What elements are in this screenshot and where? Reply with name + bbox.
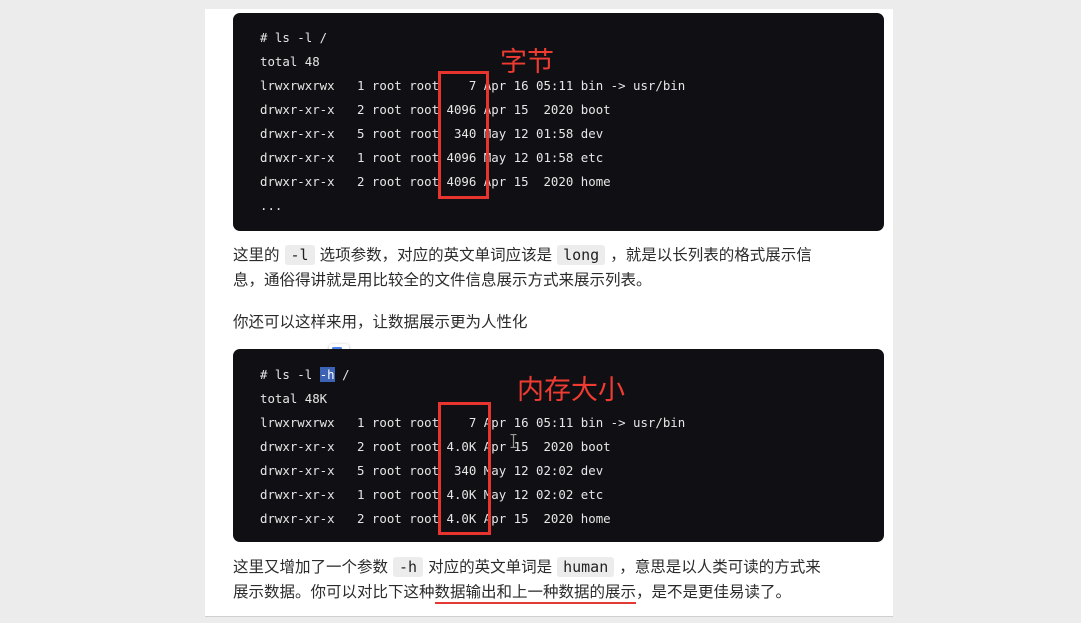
size-column-highlight xyxy=(438,71,489,199)
inline-code-l: -l xyxy=(284,245,315,265)
code-line: drwxr-xr-x 1 root root 4096 May 12 01:58… xyxy=(260,150,604,165)
paragraph-h-option-line2: 展示数据。你可以对比下这种数据输出和上一种数据的展示，是不是更佳易读了。 xyxy=(233,580,878,605)
paragraph-human-readable: 你还可以这样来用，让数据展示更为人性化 xyxy=(233,313,528,331)
text-cursor-icon xyxy=(510,434,517,448)
code-line-command: # ls -l -h / xyxy=(260,367,350,382)
underlined-phrase: 数据输出和上一种数据的展示 xyxy=(434,583,637,604)
code-block-ls-l: # ls -l / total 48 lrwxrwxrwx 1 root roo… xyxy=(233,13,884,231)
paragraph-l-option-line2: 息，通俗得讲就是用比较全的文件信息展示方式来展示列表。 xyxy=(233,271,652,289)
code-line: drwxr-xr-x 5 root root 340 May 12 02:02 … xyxy=(260,463,604,478)
code-line: total 48 xyxy=(260,54,320,69)
annotation-bytes: 字节 xyxy=(500,47,554,78)
annotation-memory-size: 内存大小 xyxy=(517,375,625,406)
inline-code-h: -h xyxy=(393,557,424,577)
inline-code-human: human xyxy=(557,557,615,577)
selected-text: -h xyxy=(319,367,335,382)
code-line: total 48K xyxy=(260,391,328,406)
size-column-highlight-human xyxy=(438,402,491,535)
code-line: # ls -l / xyxy=(260,30,328,45)
code-line: drwxr-xr-x 2 root root 4.0K Apr 15 2020 … xyxy=(260,439,611,454)
code-line: ... xyxy=(260,198,283,213)
paragraph-h-option: 这里又增加了一个参数 -h 对应的英文单词是 human ，意思是以人类可读的方式来 xyxy=(233,557,821,577)
code-line: drwxr-xr-x 5 root root 340 May 12 01:58 … xyxy=(260,126,604,141)
page-divider xyxy=(205,616,893,617)
code-line: drwxr-xr-x 2 root root 4.0K Apr 15 2020 … xyxy=(260,511,611,526)
code-line: drwxr-xr-x 2 root root 4096 Apr 15 2020 … xyxy=(260,102,611,117)
code-line: drwxr-xr-x 2 root root 4096 Apr 15 2020 … xyxy=(260,174,611,189)
paragraph-l-option: 这里的 -l 选项参数，对应的英文单词应该是 long ，就是以长列表的格式展示信 xyxy=(233,245,812,265)
code-line: drwxr-xr-x 1 root root 4.0K May 12 02:02… xyxy=(260,487,604,502)
inline-code-long: long xyxy=(557,245,606,265)
